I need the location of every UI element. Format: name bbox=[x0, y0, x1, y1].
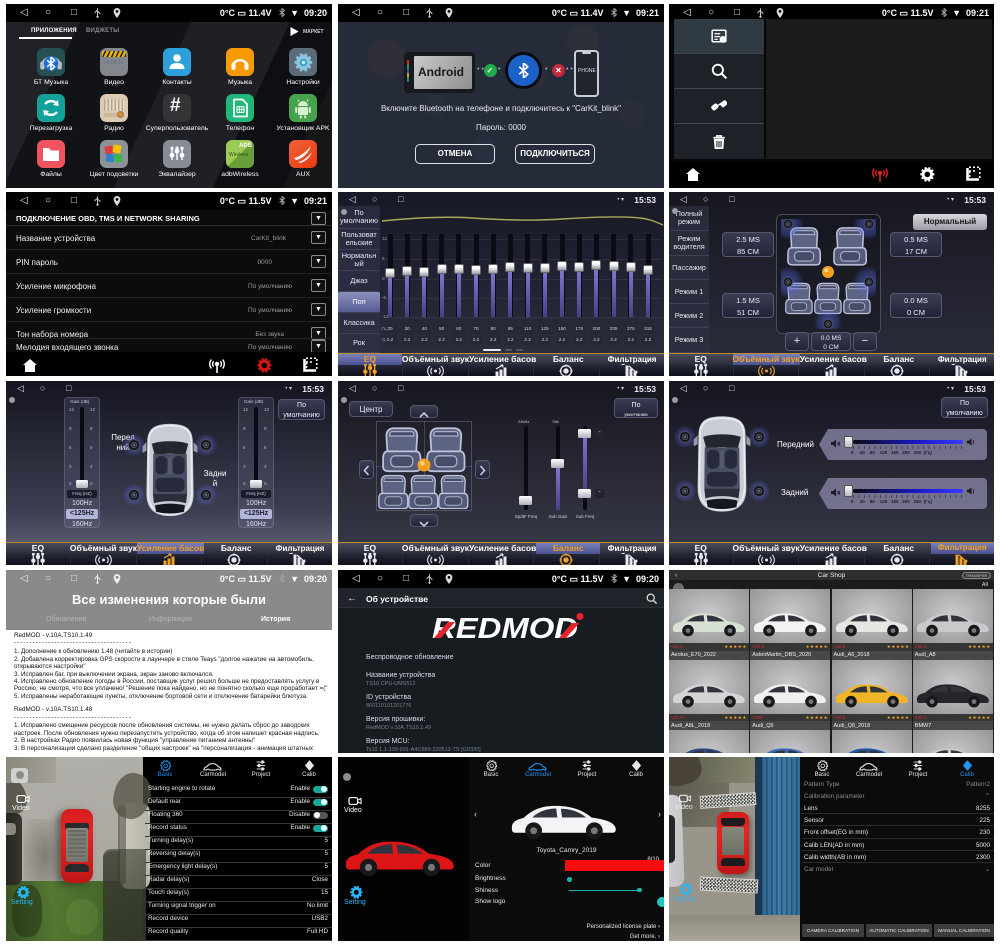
svg-text:REDMOD: REDMOD bbox=[432, 613, 578, 643]
